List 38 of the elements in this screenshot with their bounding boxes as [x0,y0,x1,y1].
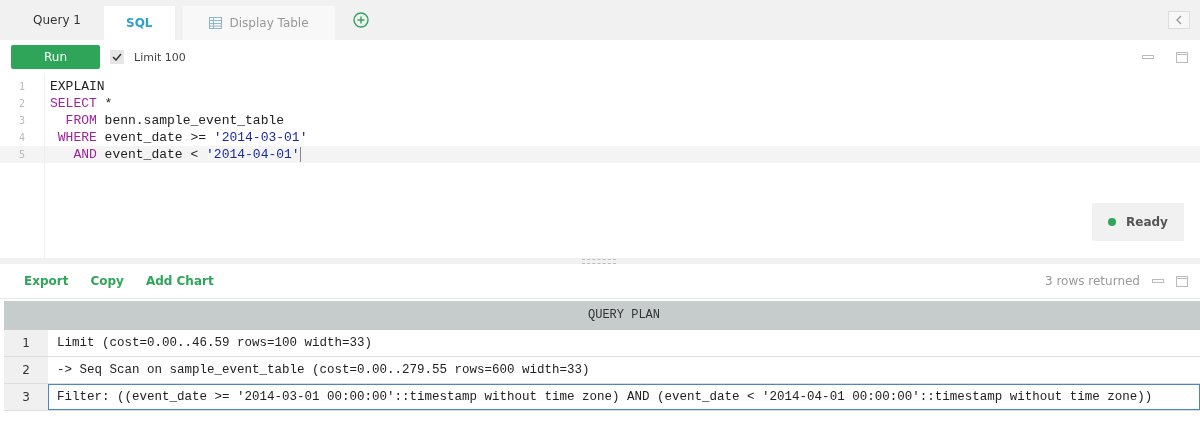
add-tab-icon[interactable] [352,12,369,28]
limit-checkbox[interactable] [110,50,124,64]
maximize-icon[interactable] [1176,51,1188,63]
run-button[interactable]: Run [11,45,100,69]
limit-label: Limit 100 [134,50,186,64]
resize-handle[interactable] [582,258,616,264]
text-cursor [299,147,301,162]
code-line: SELECT * [50,95,113,112]
row-count: 3 rows returned [1044,274,1140,288]
tab[interactable]: SQL [104,6,175,40]
code-line: FROM benn.sample_event_table [64,112,285,129]
line-number: 3 [18,114,26,128]
column-header: QUERY PLAN [587,307,661,324]
status-label: Ready [1126,215,1168,229]
table-cell-text: Limit (cost=0.00..46.59 rows=100 width=33) [56,335,374,352]
maximize-icon[interactable] [1176,275,1188,287]
row-number: 3 [4,384,48,410]
minimize-icon[interactable] [1152,278,1164,284]
tab[interactable]: Display Table [182,6,335,40]
line-number: 5 [0,146,44,163]
line-number: 2 [18,97,26,111]
table-cell: Filter: ((event_date >= '2014-03-01 00:00:00'::timestamp without time zone) AND (event_date < '2014-04-01 00:00:00'::timestamp without time zone)) [48,384,1200,410]
action-link[interactable]: Add Chart [145,274,214,288]
action-link[interactable]: Export [24,274,69,288]
table-cell-text: -> Seq Scan on sample_event_table (cost=0.00..279.55 rows=600 width=33) [56,362,591,379]
code-line: AND event_date < '2014-04-01' [72,146,300,163]
chevron-left-icon [1175,15,1183,25]
code-line: WHERE event_date >= '2014-03-01' [56,129,308,146]
minimize-icon[interactable] [1142,54,1154,60]
code-line: EXPLAIN [50,78,105,95]
query-title: Query 1 [32,13,82,27]
row-number: 2 [4,357,48,383]
collapse-button[interactable] [1168,11,1190,29]
row-number: 1 [4,330,48,356]
line-number: 4 [18,131,26,145]
line-number: 1 [18,80,26,94]
table-icon [208,17,222,29]
action-link[interactable]: Copy [90,274,124,288]
